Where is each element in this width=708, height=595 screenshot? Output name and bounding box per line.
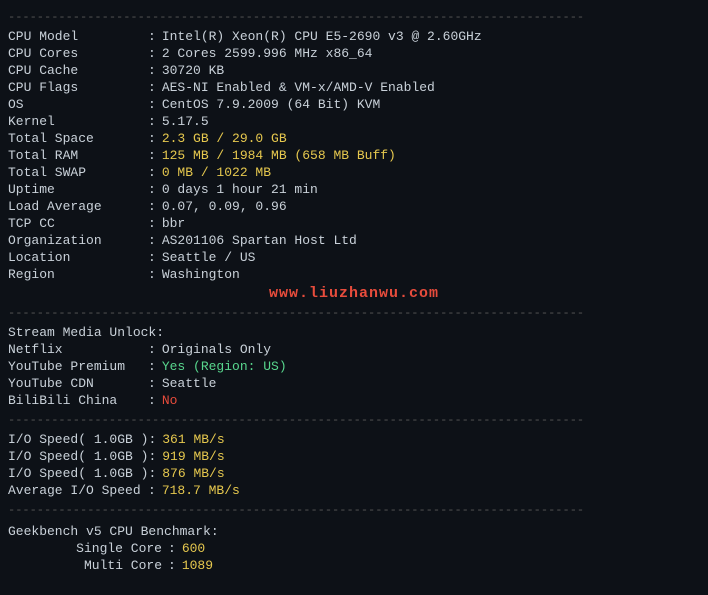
watermark: www.liuzhanwu.com — [8, 285, 700, 302]
system-label-10: Load Average — [8, 199, 148, 214]
io-speed-section: I/O Speed( 1.0GB ) : 361 MB/s I/O Speed(… — [8, 431, 700, 499]
system-row-11: TCP CC : bbr — [8, 215, 700, 232]
system-label-13: Location — [8, 250, 148, 265]
io-row-3: Average I/O Speed : 718.7 MB/s — [8, 482, 700, 499]
system-value-11: bbr — [162, 216, 185, 231]
stream-value-0: Originals Only — [162, 342, 271, 357]
system-value-8: 0 MB / 1022 MB — [162, 165, 271, 180]
io-value-0: 361 MB/s — [162, 432, 224, 447]
system-value-12: AS201106 Spartan Host Ltd — [162, 233, 357, 248]
divider-geekbench: ----------------------------------------… — [8, 503, 700, 517]
system-label-8: Total SWAP — [8, 165, 148, 180]
geekbench-section: Geekbench v5 CPU Benchmark: Single Core … — [8, 521, 700, 576]
stream-media-section: Stream Media Unlock : Netflix : Original… — [8, 324, 700, 409]
geekbench-label-0: Single Core — [8, 541, 168, 556]
system-label-5: Kernel — [8, 114, 148, 129]
stream-row-2: YouTube CDN : Seattle — [8, 375, 700, 392]
system-row-5: Kernel : 5.17.5 — [8, 113, 700, 130]
system-value-13: Seattle / US — [162, 250, 256, 265]
system-label-6: Total Space — [8, 131, 148, 146]
system-value-0: Intel(R) Xeon(R) CPU E5-2690 v3 @ 2.60GH… — [162, 29, 482, 44]
io-value-1: 919 MB/s — [162, 449, 224, 464]
stream-label-3: BiliBili China — [8, 393, 148, 408]
system-row-12: Organization : AS201106 Spartan Host Ltd — [8, 232, 700, 249]
system-value-5: 5.17.5 — [162, 114, 209, 129]
io-label-0: I/O Speed( 1.0GB ) — [8, 432, 148, 447]
system-value-6: 2.3 GB / 29.0 GB — [162, 131, 287, 146]
system-row-8: Total SWAP : 0 MB / 1022 MB — [8, 164, 700, 181]
system-row-7: Total RAM : 125 MB / 1984 MB (658 MB Buf… — [8, 147, 700, 164]
system-row-1: CPU Cores : 2 Cores 2599.996 MHz x86_64 — [8, 45, 700, 62]
system-label-12: Organization — [8, 233, 148, 248]
stream-media-title-row: Stream Media Unlock : — [8, 324, 700, 341]
system-info-section: CPU Model : Intel(R) Xeon(R) CPU E5-2690… — [8, 28, 700, 283]
system-label-2: CPU Cache — [8, 63, 148, 78]
system-row-13: Location : Seattle / US — [8, 249, 700, 266]
io-label-1: I/O Speed( 1.0GB ) — [8, 449, 148, 464]
geekbench-title-row: Geekbench v5 CPU Benchmark: — [8, 523, 700, 540]
geekbench-title: Geekbench v5 CPU Benchmark: — [8, 524, 219, 539]
system-label-0: CPU Model — [8, 29, 148, 44]
system-value-1: 2 Cores 2599.996 MHz x86_64 — [162, 46, 373, 61]
io-value-3: 718.7 MB/s — [162, 483, 240, 498]
stream-value-2: Seattle — [162, 376, 217, 391]
stream-label-1: YouTube Premium — [8, 359, 148, 374]
geekbench-value-1: 1089 — [182, 558, 213, 573]
system-row-6: Total Space : 2.3 GB / 29.0 GB — [8, 130, 700, 147]
system-row-2: CPU Cache : 30720 KB — [8, 62, 700, 79]
stream-label-2: YouTube CDN — [8, 376, 148, 391]
io-label-2: I/O Speed( 1.0GB ) — [8, 466, 148, 481]
geekbench-row-0: Single Core : 600 — [8, 540, 700, 557]
io-row-0: I/O Speed( 1.0GB ) : 361 MB/s — [8, 431, 700, 448]
system-value-7: 125 MB / 1984 MB (658 MB Buff) — [162, 148, 396, 163]
divider-stream: ----------------------------------------… — [8, 306, 700, 320]
io-value-2: 876 MB/s — [162, 466, 224, 481]
system-value-3: AES-NI Enabled & VM-x/AMD-V Enabled — [162, 80, 435, 95]
system-row-9: Uptime : 0 days 1 hour 21 min — [8, 181, 700, 198]
io-label-3: Average I/O Speed — [8, 483, 148, 498]
stream-row-3: BiliBili China : No — [8, 392, 700, 409]
system-label-1: CPU Cores — [8, 46, 148, 61]
stream-value-3: No — [162, 393, 178, 408]
system-label-3: CPU Flags — [8, 80, 148, 95]
system-label-7: Total RAM — [8, 148, 148, 163]
main-container: ----------------------------------------… — [8, 10, 700, 576]
system-value-14: Washington — [162, 267, 240, 282]
system-row-0: CPU Model : Intel(R) Xeon(R) CPU E5-2690… — [8, 28, 700, 45]
geekbench-label-1: Multi Core — [8, 558, 168, 573]
system-row-3: CPU Flags : AES-NI Enabled & VM-x/AMD-V … — [8, 79, 700, 96]
system-row-10: Load Average : 0.07, 0.09, 0.96 — [8, 198, 700, 215]
stream-row-1: YouTube Premium : Yes (Region: US) — [8, 358, 700, 375]
system-value-2: 30720 KB — [162, 63, 224, 78]
system-value-4: CentOS 7.9.2009 (64 Bit) KVM — [162, 97, 380, 112]
system-row-14: Region : Washington — [8, 266, 700, 283]
system-row-4: OS : CentOS 7.9.2009 (64 Bit) KVM — [8, 96, 700, 113]
system-label-14: Region — [8, 267, 148, 282]
geekbench-row-1: Multi Core : 1089 — [8, 557, 700, 574]
divider-top: ----------------------------------------… — [8, 10, 700, 24]
io-row-2: I/O Speed( 1.0GB ) : 876 MB/s — [8, 465, 700, 482]
stream-label-0: Netflix — [8, 342, 148, 357]
system-value-9: 0 days 1 hour 21 min — [162, 182, 318, 197]
geekbench-value-0: 600 — [182, 541, 205, 556]
divider-io: ----------------------------------------… — [8, 413, 700, 427]
system-label-9: Uptime — [8, 182, 148, 197]
system-label-4: OS — [8, 97, 148, 112]
stream-row-0: Netflix : Originals Only — [8, 341, 700, 358]
system-value-10: 0.07, 0.09, 0.96 — [162, 199, 287, 214]
stream-value-1: Yes (Region: US) — [162, 359, 287, 374]
stream-media-title-label: Stream Media Unlock — [8, 325, 156, 340]
io-row-1: I/O Speed( 1.0GB ) : 919 MB/s — [8, 448, 700, 465]
system-label-11: TCP CC — [8, 216, 148, 231]
